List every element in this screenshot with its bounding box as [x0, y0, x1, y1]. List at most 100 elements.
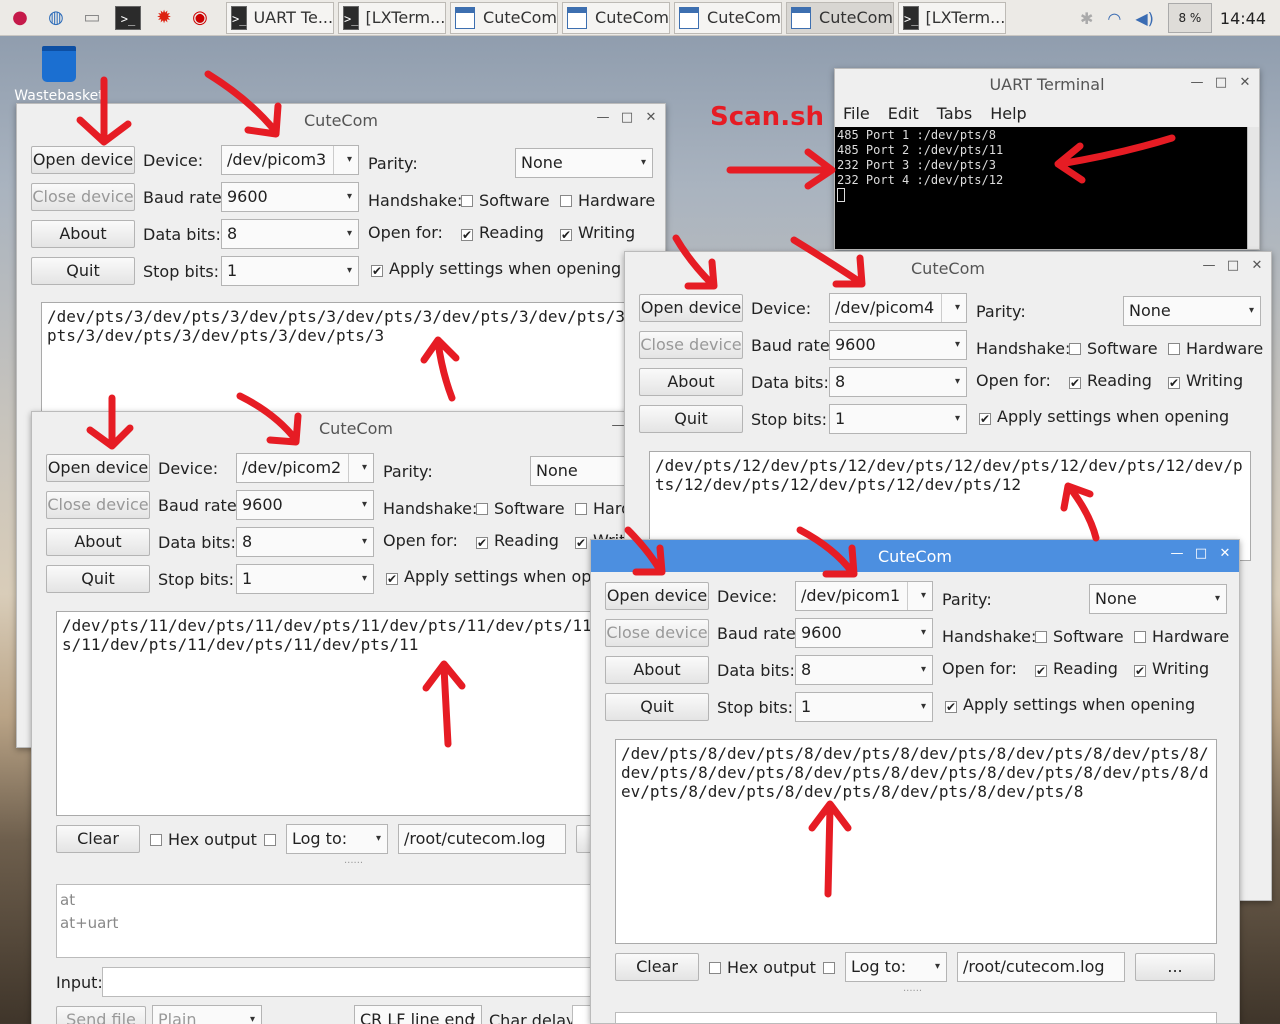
open-device-button[interactable]: Open device	[46, 454, 150, 482]
software-checkbox[interactable]: Software	[476, 499, 565, 518]
data-bits-combo[interactable]: 8 ▾	[795, 655, 933, 685]
maximize-icon[interactable]: □	[619, 110, 635, 125]
history-item[interactable]: at	[60, 889, 672, 912]
volume-icon[interactable]: ◀)	[1135, 9, 1154, 28]
output-area[interactable]: /dev/pts/8/dev/pts/8/dev/pts/8/dev/pts/8…	[615, 739, 1217, 944]
close-device-button[interactable]: Close device	[605, 619, 709, 647]
title-bar[interactable]: CuteCom —□✕	[17, 104, 665, 136]
send-mode-combo[interactable]: Plain ▾	[152, 1005, 262, 1024]
device-combo[interactable]: /dev/picom3 ▾	[221, 145, 359, 175]
reading-checkbox[interactable]: ✔ Reading	[1035, 659, 1118, 678]
quit-button[interactable]: Quit	[31, 257, 135, 285]
software-checkbox[interactable]: Software	[1069, 339, 1158, 358]
close-icon[interactable]: ✕	[643, 110, 659, 125]
log-to-combo[interactable]: Log to: ▾	[845, 952, 947, 982]
title-bar[interactable]: UART Terminal — □ ✕	[835, 69, 1259, 99]
quit-button[interactable]: Quit	[605, 693, 709, 721]
menu-file[interactable]: File	[843, 104, 870, 123]
task-cutecom[interactable]: CuteCom	[786, 1, 894, 34]
data-bits-combo[interactable]: 8 ▾	[829, 367, 967, 397]
title-bar[interactable]: CuteCom —□✕	[32, 412, 680, 444]
apply-settings-checkbox[interactable]: ✔ Apply settings when opening	[371, 259, 621, 278]
raspberry-menu-icon[interactable]: ●	[4, 3, 36, 33]
terminal-icon[interactable]: >_	[112, 3, 144, 33]
close-icon[interactable]: ✕	[1237, 75, 1253, 90]
task-uart-terminal[interactable]: >_ UART Te...	[226, 1, 334, 34]
quit-button[interactable]: Quit	[46, 565, 150, 593]
baud-rate-combo[interactable]: 9600 ▾	[236, 490, 374, 520]
command-history-list[interactable]	[615, 1012, 1217, 1023]
line-end-combo[interactable]: CR LF line end ▾	[354, 1005, 482, 1024]
splitter-handle[interactable]: ······	[903, 986, 922, 997]
data-bits-combo[interactable]: 8 ▾	[236, 527, 374, 557]
stop-bits-combo[interactable]: 1 ▾	[221, 256, 359, 286]
minimize-icon[interactable]: —	[1189, 75, 1205, 90]
task-lxterminal[interactable]: >_ [LXTerm...	[898, 1, 1006, 34]
wolfram-icon[interactable]: ◉	[184, 3, 216, 33]
open-device-button[interactable]: Open device	[639, 294, 743, 322]
quit-button[interactable]: Quit	[639, 405, 743, 433]
data-bits-combo[interactable]: 8 ▾	[221, 219, 359, 249]
hardware-checkbox[interactable]: Hardware	[1134, 627, 1229, 646]
reading-checkbox[interactable]: ✔ Reading	[1069, 371, 1152, 390]
baud-rate-combo[interactable]: 9600 ▾	[221, 182, 359, 212]
stop-bits-combo[interactable]: 1 ▾	[236, 564, 374, 594]
log-to-checkbox[interactable]	[823, 958, 841, 977]
baud-rate-combo[interactable]: 9600 ▾	[795, 618, 933, 648]
wifi-icon[interactable]: ◠	[1107, 9, 1121, 28]
maximize-icon[interactable]: □	[1213, 75, 1229, 90]
title-bar[interactable]: CuteCom —□✕	[625, 252, 1271, 284]
open-device-button[interactable]: Open device	[31, 146, 135, 174]
task-cutecom[interactable]: CuteCom	[450, 1, 558, 34]
reading-checkbox[interactable]: ✔ Reading	[476, 531, 559, 550]
hardware-checkbox[interactable]: Hardware	[560, 191, 655, 210]
apply-settings-checkbox[interactable]: ✔ Apply settings when opening	[979, 407, 1229, 426]
file-manager-icon[interactable]: ▭	[76, 3, 108, 33]
open-device-button[interactable]: Open device	[605, 582, 709, 610]
task-lxterminal[interactable]: >_ [LXTerm...	[338, 1, 446, 34]
device-combo[interactable]: /dev/picom2 ▾	[236, 453, 374, 483]
software-checkbox[interactable]: Software	[1035, 627, 1124, 646]
stop-bits-combo[interactable]: 1 ▾	[795, 692, 933, 722]
minimize-icon[interactable]: —	[1169, 546, 1185, 561]
globe-browser-icon[interactable]: ◍	[40, 3, 72, 33]
log-path-field[interactable]: /root/cutecom.log	[957, 952, 1125, 982]
parity-combo[interactable]: None ▾	[1123, 296, 1261, 326]
parity-combo[interactable]: None ▾	[515, 148, 653, 178]
apply-settings-checkbox[interactable]: ✔ Apply settings when opening	[945, 695, 1195, 714]
menu-tabs[interactable]: Tabs	[937, 104, 972, 123]
close-device-button[interactable]: Close device	[31, 183, 135, 211]
about-button[interactable]: About	[46, 528, 150, 556]
task-cutecom[interactable]: CuteCom	[674, 1, 782, 34]
log-to-checkbox[interactable]	[264, 830, 282, 849]
maximize-icon[interactable]: □	[1225, 258, 1241, 273]
parity-combo[interactable]: None ▾	[1089, 584, 1227, 614]
task-cutecom[interactable]: CuteCom	[562, 1, 670, 34]
log-path-field[interactable]: /root/cutecom.log	[398, 824, 566, 854]
close-device-button[interactable]: Close device	[46, 491, 150, 519]
browse-button[interactable]: ...	[1135, 953, 1215, 981]
output-area[interactable]: /dev/pts/3/dev/pts/3/dev/pts/3/dev/pts/3…	[41, 302, 665, 412]
close-icon[interactable]: ✕	[1217, 546, 1233, 561]
close-device-button[interactable]: Close device	[639, 331, 743, 359]
writing-checkbox[interactable]: ✔ Writing	[560, 223, 635, 242]
writing-checkbox[interactable]: ✔ Writing	[1134, 659, 1209, 678]
close-icon[interactable]: ✕	[1249, 258, 1265, 273]
device-combo[interactable]: /dev/picom4 ▾	[829, 293, 967, 323]
input-field[interactable]	[102, 967, 662, 997]
wastebasket-desktop-icon[interactable]: Wastebasket	[14, 46, 104, 104]
maximize-icon[interactable]: □	[1193, 546, 1209, 561]
baud-rate-combo[interactable]: 9600 ▾	[829, 330, 967, 360]
stop-bits-combo[interactable]: 1 ▾	[829, 404, 967, 434]
title-bar[interactable]: CuteCom —□✕	[591, 540, 1239, 572]
menu-help[interactable]: Help	[990, 104, 1026, 123]
clear-button[interactable]: Clear	[56, 825, 140, 853]
minimize-icon[interactable]: —	[595, 110, 611, 125]
software-checkbox[interactable]: Software	[461, 191, 550, 210]
hardware-checkbox[interactable]: Hardware	[1168, 339, 1263, 358]
about-button[interactable]: About	[639, 368, 743, 396]
menu-edit[interactable]: Edit	[888, 104, 919, 123]
splitter-handle[interactable]: ······	[344, 858, 363, 869]
writing-checkbox[interactable]: ✔ Writing	[1168, 371, 1243, 390]
terminal-scrollbar[interactable]	[1247, 127, 1259, 249]
